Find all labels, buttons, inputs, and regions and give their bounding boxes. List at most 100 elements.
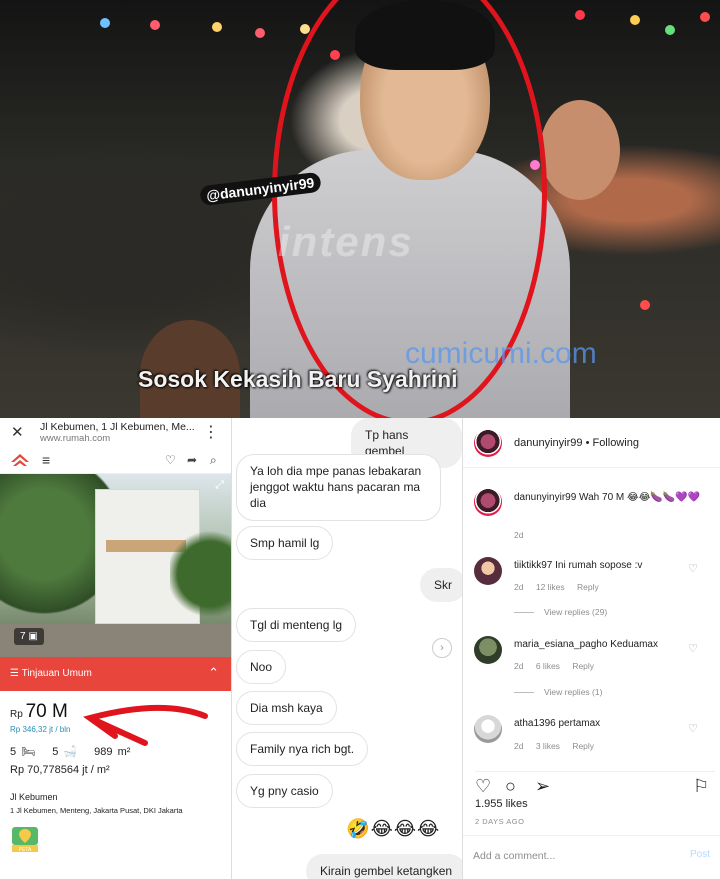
message-text: Skr — [434, 578, 452, 592]
bathroom-count: 5 — [52, 746, 59, 758]
reply-button[interactable]: Reply — [572, 661, 594, 671]
post-actions: ♡ ○ ➢ ⚐ — [475, 771, 715, 797]
comment-username[interactable]: tiiktikk97 — [514, 560, 552, 571]
comment-bubble-icon[interactable]: ○ — [505, 776, 516, 797]
chat-bubble-received: Ya loh dia mpe panas lebakaran jenggot w… — [236, 454, 441, 521]
comment-meta: 2d 12 likes Reply — [514, 582, 609, 592]
share-plane-icon[interactable]: ➢ — [535, 776, 550, 797]
message-text: Yg pny casio — [250, 784, 319, 798]
more-options-icon[interactable]: ⋮ — [203, 422, 219, 442]
comment-text: pertamax — [558, 718, 601, 729]
comment: tiiktikk97 Ini rumah sopose :v — [514, 559, 704, 573]
listing-screenshot: ✕ Jl Kebumen, 1 Jl Kebumen, Me... www.ru… — [0, 418, 232, 879]
chat-bubble-received: Dia msh kaya — [236, 691, 337, 726]
house-photo[interactable]: ⤢ 7 ▣ — [0, 474, 231, 657]
message-text: Smp hamil lg — [250, 536, 320, 550]
photo-count-badge[interactable]: 7 ▣ — [14, 628, 44, 645]
avatar[interactable] — [474, 429, 502, 457]
photo-count: 7 — [20, 631, 26, 642]
comment-likes[interactable]: 3 likes — [536, 741, 560, 751]
close-icon[interactable]: ✕ — [11, 423, 24, 441]
avatar[interactable] — [474, 636, 502, 664]
overview-title: Tinjauan Umum — [21, 668, 92, 679]
chat-screenshot: Tp hans gembel Ya loh dia mpe panas leba… — [232, 418, 463, 879]
avatar[interactable] — [474, 715, 502, 743]
background-person — [540, 100, 620, 200]
site-toolbar: ≡ ♡ ➦ ⌕ — [0, 450, 231, 474]
browser-bar: ✕ Jl Kebumen, 1 Jl Kebumen, Me... www.ru… — [0, 418, 231, 448]
search-icon[interactable]: ⌕ — [210, 453, 217, 468]
post-header: danunyinyir99 • Following — [463, 418, 720, 468]
like-comment-heart-icon[interactable]: ♡ — [688, 562, 698, 575]
comment-username[interactable]: maria_esiana_pagho — [514, 639, 607, 650]
price-per-m2: Rp 70,778564 jt / m² — [10, 764, 110, 776]
message-text: Dia msh kaya — [250, 701, 323, 715]
bookmark-icon[interactable]: ⚐ — [693, 776, 709, 797]
map-icon: PETA — [12, 827, 38, 853]
share-icon[interactable]: ➦ — [187, 453, 197, 467]
intens-watermark: intens — [278, 218, 414, 265]
reply-button[interactable]: Reply — [572, 741, 594, 751]
comment-likes[interactable]: 12 likes — [536, 582, 565, 592]
message-text: Noo — [250, 660, 273, 674]
chat-bubble-received: Family nya rich bgt. — [236, 732, 369, 767]
avatar[interactable] — [474, 557, 502, 585]
red-arrow-annotation — [83, 704, 208, 746]
chat-bubble-received: Yg pny casio — [236, 774, 333, 809]
likes-count[interactable]: 1.955 likes — [475, 798, 528, 810]
caption-meta: 2d — [514, 530, 533, 540]
forward-icon[interactable]: › — [432, 638, 452, 658]
map-button[interactable]: PETA — [10, 823, 40, 853]
view-replies-label: View replies (1) — [544, 687, 603, 697]
like-comment-heart-icon[interactable]: ♡ — [688, 642, 698, 655]
comment: atha1396 pertamax — [514, 717, 704, 731]
emoji-row: 🤣😂😂😂 — [346, 819, 441, 840]
header-username[interactable]: danunyinyir99 — [514, 437, 583, 449]
bedroom-count: 5 — [10, 746, 17, 758]
chat-bubble-sent: Kirain gembel ketangken — [306, 854, 462, 879]
photo-caption: Sosok Kekasih Baru Syahrini — [138, 366, 458, 392]
comment-username[interactable]: atha1396 — [514, 718, 556, 729]
comment-text: Keduamax — [610, 639, 658, 650]
add-comment-bar: Post — [463, 835, 720, 879]
like-heart-icon[interactable]: ♡ — [475, 776, 491, 797]
caption-age: 2d — [514, 530, 524, 540]
expand-icon[interactable]: ⤢ — [215, 479, 224, 492]
instagram-screenshot: danunyinyir99 • Following danunyinyir99 … — [463, 418, 720, 879]
address: 1 Jl Kebumen, Menteng, Jakarta Pusat, DK… — [10, 806, 183, 815]
map-label: PETA — [19, 847, 32, 853]
message-text: Tgl di menteng lg — [250, 618, 343, 632]
post-button[interactable]: Post — [690, 849, 710, 860]
comment-age: 2d — [514, 582, 524, 592]
view-replies-button[interactable]: View replies (1) — [514, 687, 602, 697]
hamburger-menu-icon[interactable]: ≡ — [42, 452, 50, 468]
comment-input[interactable] — [473, 846, 653, 866]
caption-username[interactable]: danunyinyir99 — [514, 492, 576, 503]
gallery-icon: ▣ — [28, 631, 38, 642]
chat-bubble-received: Tgl di menteng lg — [236, 608, 357, 643]
comment-age: 2d — [514, 661, 524, 671]
address-title: Jl Kebumen — [10, 792, 58, 802]
reply-button[interactable]: Reply — [577, 582, 599, 592]
tree — [0, 474, 110, 624]
chevron-up-icon[interactable]: ⌃ — [208, 665, 219, 681]
posted-time: 2 DAYS AGO — [475, 817, 525, 826]
following-status[interactable]: • Following — [586, 437, 639, 449]
rumah-logo-icon[interactable] — [10, 453, 30, 471]
chat-bubble-received: Noo — [236, 650, 287, 685]
divider — [514, 692, 534, 694]
like-comment-heart-icon[interactable]: ♡ — [688, 722, 698, 735]
caption: danunyinyir99 Wah 70 M 😂😂🍆🍆💜💜 — [514, 491, 704, 505]
tree — [170, 514, 231, 634]
comment: maria_esiana_pagho Keduamax — [514, 638, 704, 652]
price-value: 70 M — [25, 701, 68, 722]
heart-icon[interactable]: ♡ — [165, 453, 176, 467]
divider — [514, 612, 534, 614]
view-replies-button[interactable]: View replies (29) — [514, 607, 607, 617]
news-photo: intens cumicumi.com Sosok Kekasih Baru S… — [0, 0, 720, 418]
overview-header[interactable]: ☰ Tinjauan Umum ⌃ — [0, 657, 231, 691]
avatar[interactable] — [474, 488, 502, 516]
comment-likes[interactable]: 6 likes — [536, 661, 560, 671]
bed-icon: 🛏 — [21, 746, 36, 758]
comment-meta: 2d 3 likes Reply — [514, 741, 604, 751]
